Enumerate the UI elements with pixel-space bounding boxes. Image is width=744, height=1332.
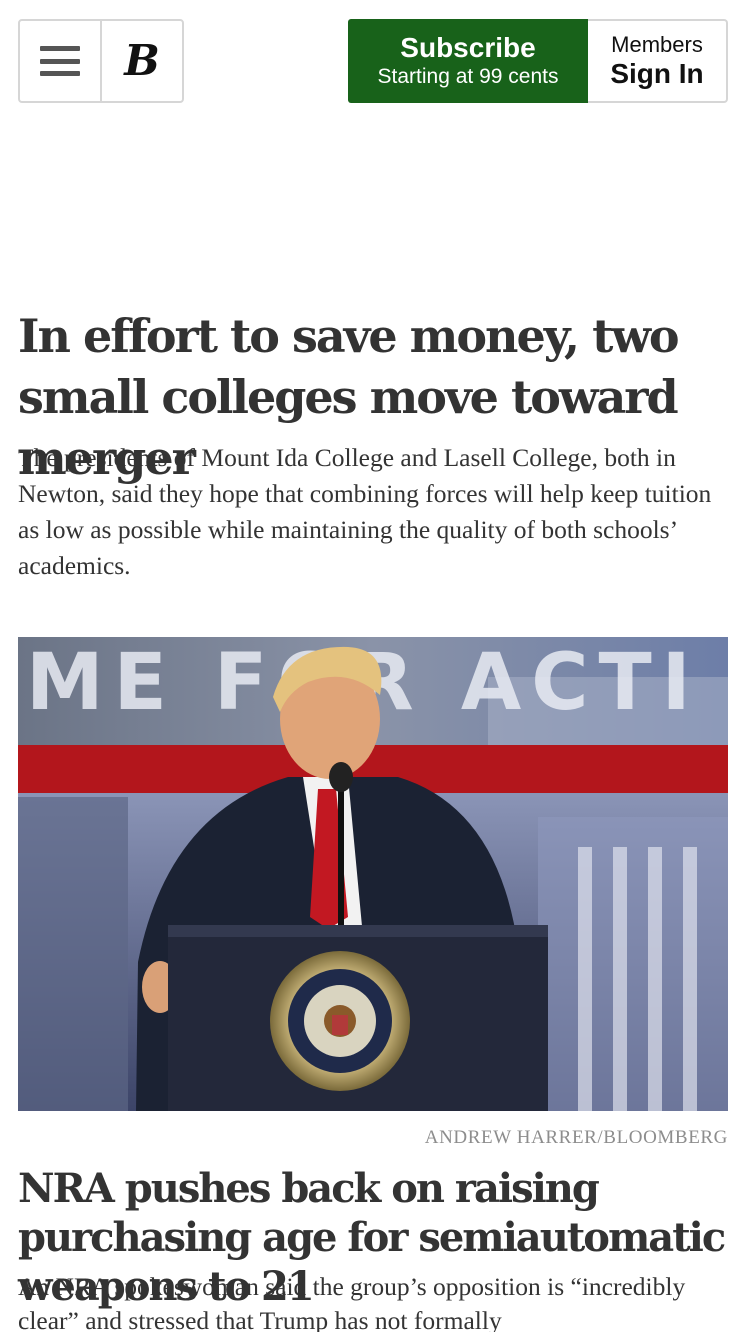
nav-group: B [18, 19, 184, 103]
subscribe-button[interactable]: Subscribe Starting at 99 cents [348, 19, 588, 103]
boston-globe-logo[interactable]: B [102, 21, 182, 101]
photo-credit: ANDREW HARRER/BLOOMBERG [424, 1127, 728, 1148]
site-header: B Subscribe Starting at 99 cents Members… [18, 19, 728, 103]
story-summary: The presidents of Mount Ida College and … [18, 443, 712, 580]
story-photo[interactable]: ME FOR ACTI [18, 637, 728, 1111]
hamburger-icon [40, 46, 80, 76]
subscribe-subtitle: Starting at 99 cents [377, 65, 559, 88]
subscribe-title: Subscribe [400, 32, 536, 63]
story-summary: An NRA spokeswoman said the group’s oppo… [18, 1272, 686, 1332]
menu-button[interactable] [20, 21, 102, 101]
page: B Subscribe Starting at 99 cents Members… [0, 0, 744, 1332]
sign-in-button[interactable]: Members Sign In [588, 19, 728, 103]
members-label: Members [611, 32, 703, 57]
sign-in-label: Sign In [610, 58, 704, 89]
